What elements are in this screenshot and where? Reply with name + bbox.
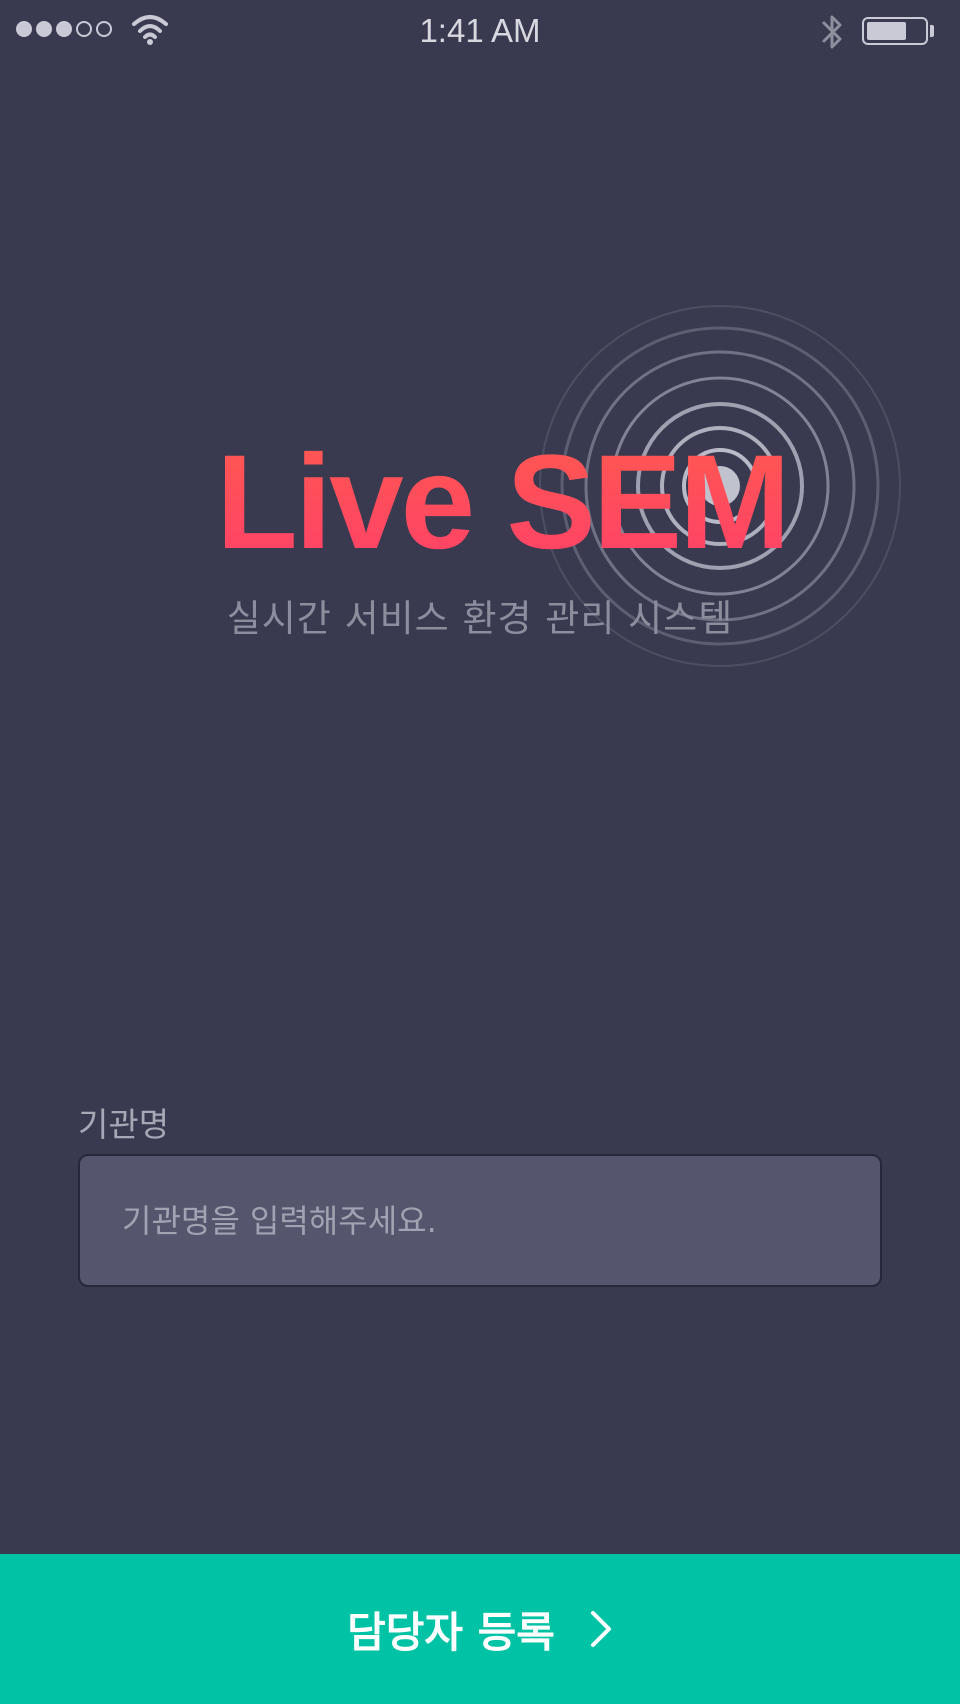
organization-name-label: 기관명 [78,1105,170,1144]
battery-icon [862,17,928,45]
chevron-right-icon [590,1611,611,1647]
app-logo-title: Live SEM [216,428,791,577]
bluetooth-icon [822,15,842,49]
status-time: 1:41 AM [419,12,541,49]
organization-name-input[interactable] [78,1154,882,1287]
registration-screen: 1:41 AM Live SEM 실시간 서비스 환경 관리 시스템 기관명 담… [0,0,960,1704]
battery-tip [930,25,934,37]
status-bar: 1:41 AM [0,0,960,64]
register-manager-button[interactable]: 담당자 등록 [0,1554,960,1704]
register-button-label: 담당자 등록 [347,1607,555,1657]
app-tagline: 실시간 서비스 환경 관리 시스템 [226,597,734,640]
battery-level-fill [867,22,906,40]
